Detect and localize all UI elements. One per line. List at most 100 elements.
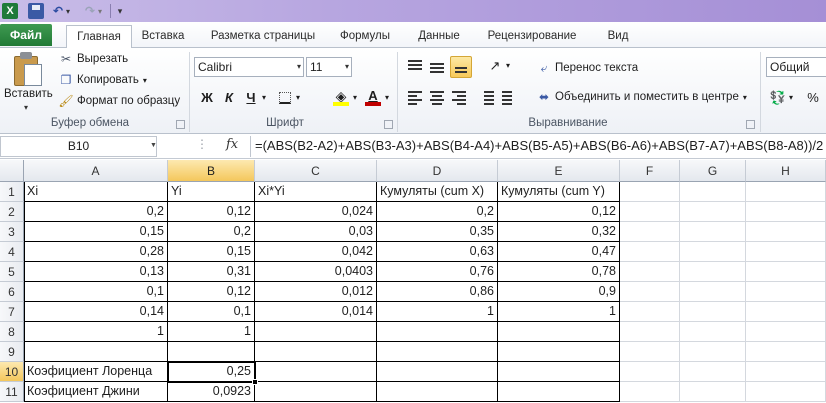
cell-g5[interactable]	[680, 262, 746, 282]
cell-b3[interactable]: 0,2	[168, 222, 255, 242]
fill-color-dropdown-icon[interactable]: ▾	[351, 88, 359, 108]
formula-bar-grip-icon[interactable]: ⋮	[196, 137, 208, 151]
cell-e8[interactable]	[498, 322, 620, 342]
customize-quick-access-icon[interactable]: ▾	[115, 3, 125, 19]
cell-c6[interactable]: 0,012	[255, 282, 377, 302]
cut-button[interactable]: ✂ Вырезать	[58, 50, 128, 68]
column-header-a[interactable]: A	[24, 160, 168, 182]
cell-b10[interactable]: 0,25	[168, 362, 255, 382]
cell-h6[interactable]	[746, 282, 826, 302]
row-header-3[interactable]: 3	[0, 222, 24, 242]
orientation-icon[interactable]: ↗	[484, 56, 506, 76]
cell-d4[interactable]: 0,63	[377, 242, 498, 262]
tab-page-layout[interactable]: Разметка страницы	[204, 26, 322, 48]
cell-b11[interactable]: 0,0923	[168, 382, 255, 402]
fill-handle[interactable]	[252, 379, 258, 385]
borders-dropdown-icon[interactable]: ▾	[294, 88, 302, 108]
cell-f10[interactable]	[620, 362, 680, 382]
column-header-c[interactable]: C	[255, 160, 377, 182]
cell-f3[interactable]	[620, 222, 680, 242]
cell-f8[interactable]	[620, 322, 680, 342]
cell-d9[interactable]	[377, 342, 498, 362]
font-name-dropdown-icon[interactable]: ▾	[297, 58, 301, 76]
cell-g11[interactable]	[680, 382, 746, 402]
tab-file[interactable]: Файл	[0, 24, 52, 46]
cell-c2[interactable]: 0,024	[255, 202, 377, 222]
cell-g1[interactable]	[680, 182, 746, 202]
cell-e7[interactable]: 1	[498, 302, 620, 322]
insert-function-icon[interactable]: fx	[226, 137, 238, 152]
select-all-corner[interactable]	[0, 160, 24, 182]
cell-a3[interactable]: 0,15	[24, 222, 168, 242]
cell-g3[interactable]	[680, 222, 746, 242]
cell-g6[interactable]	[680, 282, 746, 302]
font-color-icon[interactable]: A	[364, 86, 382, 106]
cell-g4[interactable]	[680, 242, 746, 262]
cell-f2[interactable]	[620, 202, 680, 222]
formula-input[interactable]: =(ABS(B2-A2)+ABS(B3-A3)+ABS(B4-A4)+ABS(B…	[250, 136, 826, 157]
cell-a11[interactable]: Коэфициент Джини	[24, 382, 168, 402]
cell-c5[interactable]: 0,0403	[255, 262, 377, 282]
cell-h8[interactable]	[746, 322, 826, 342]
cell-e2[interactable]: 0,12	[498, 202, 620, 222]
tab-insert[interactable]: Вставка	[132, 26, 194, 48]
merge-dropdown-icon[interactable]: ▾	[743, 93, 747, 102]
cell-d8[interactable]	[377, 322, 498, 342]
font-color-dropdown-icon[interactable]: ▾	[383, 88, 391, 108]
row-header-7[interactable]: 7	[0, 302, 24, 322]
row-header-11[interactable]: 11	[0, 382, 24, 402]
undo-dropdown-icon[interactable]: ▾	[64, 3, 72, 19]
tab-home[interactable]: Главная	[66, 25, 132, 49]
cell-f11[interactable]	[620, 382, 680, 402]
align-bottom-icon[interactable]	[450, 56, 472, 78]
cell-b7[interactable]: 0,1	[168, 302, 255, 322]
cell-c10[interactable]	[255, 362, 377, 382]
tab-review[interactable]: Рецензирование	[478, 26, 586, 48]
font-name-combo[interactable]: Calibri ▾	[194, 57, 304, 77]
cell-h3[interactable]	[746, 222, 826, 242]
cell-e9[interactable]	[498, 342, 620, 362]
align-center-icon[interactable]	[428, 88, 446, 106]
cell-f7[interactable]	[620, 302, 680, 322]
column-header-f[interactable]: F	[620, 160, 680, 182]
cell-c3[interactable]: 0,03	[255, 222, 377, 242]
cell-h5[interactable]	[746, 262, 826, 282]
cell-d10[interactable]	[377, 362, 498, 382]
cell-a10[interactable]: Коэфициент Лоренца	[24, 362, 168, 382]
paste-button[interactable]: Вставить	[4, 88, 53, 100]
merge-center-button[interactable]: ⬌ Объединить и поместить в центре ▾	[536, 88, 747, 106]
copy-dropdown-icon[interactable]: ▾	[143, 76, 147, 85]
cell-e1[interactable]: Кумуляты (cum Y)	[498, 182, 620, 202]
cell-e11[interactable]	[498, 382, 620, 402]
cell-h7[interactable]	[746, 302, 826, 322]
cell-g7[interactable]	[680, 302, 746, 322]
bold-button[interactable]: Ж	[198, 88, 216, 108]
cell-h4[interactable]	[746, 242, 826, 262]
cell-b5[interactable]: 0,31	[168, 262, 255, 282]
number-format-combo[interactable]: Общий	[766, 57, 826, 77]
alignment-launcher-icon[interactable]	[746, 120, 755, 129]
increase-indent-icon[interactable]	[500, 88, 518, 106]
name-box-dropdown-icon[interactable]: ▼	[150, 142, 157, 149]
cell-d6[interactable]: 0,86	[377, 282, 498, 302]
row-header-4[interactable]: 4	[0, 242, 24, 262]
cell-f9[interactable]	[620, 342, 680, 362]
wrap-text-button[interactable]: ⤶ Перенос текста	[536, 59, 639, 77]
format-painter-button[interactable]: 🖌 Формат по образцу	[58, 92, 180, 110]
cell-g2[interactable]	[680, 202, 746, 222]
row-header-5[interactable]: 5	[0, 262, 24, 282]
cell-e5[interactable]: 0,78	[498, 262, 620, 282]
orientation-dropdown-icon[interactable]: ▾	[504, 56, 512, 76]
cell-a7[interactable]: 0,14	[24, 302, 168, 322]
tab-formulas[interactable]: Формулы	[332, 26, 398, 48]
row-header-9[interactable]: 9	[0, 342, 24, 362]
column-header-h[interactable]: H	[746, 160, 826, 182]
font-size-combo[interactable]: 11 ▾	[306, 57, 352, 77]
cell-c8[interactable]	[255, 322, 377, 342]
clipboard-launcher-icon[interactable]	[176, 120, 185, 129]
cell-b6[interactable]: 0,12	[168, 282, 255, 302]
align-middle-icon[interactable]	[428, 58, 446, 76]
cell-g8[interactable]	[680, 322, 746, 342]
cell-h9[interactable]	[746, 342, 826, 362]
cell-c1[interactable]: Xi*Yi	[255, 182, 377, 202]
